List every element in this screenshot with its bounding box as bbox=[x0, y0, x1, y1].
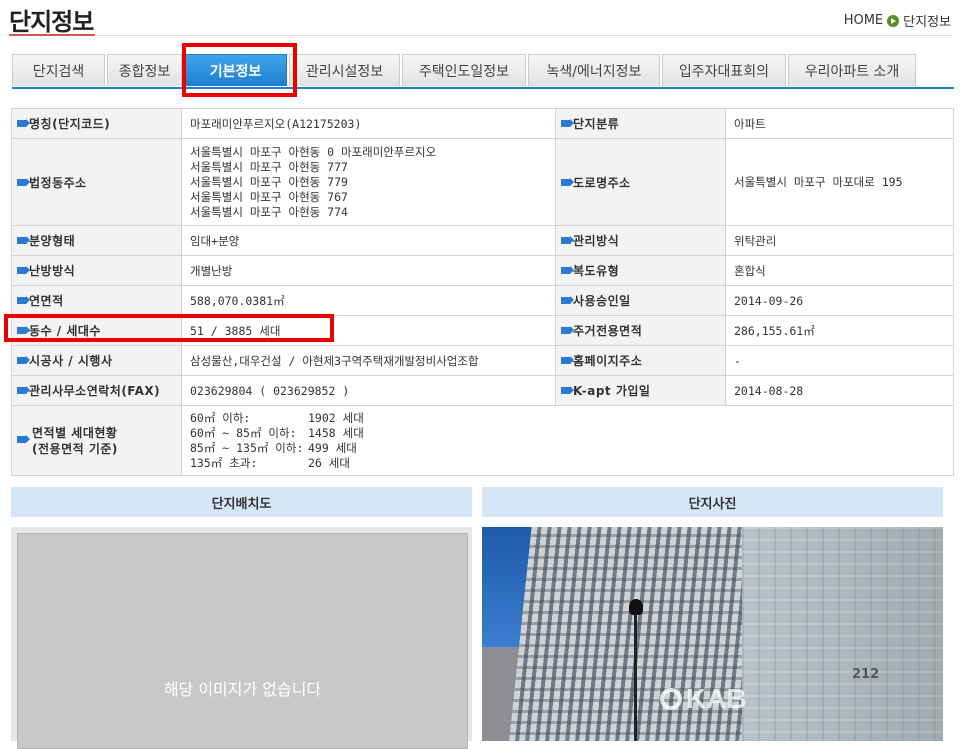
kapt-join-date-value: 2014-08-28 bbox=[725, 375, 954, 406]
complex-photo[interactable]: 212 KAB bbox=[482, 527, 943, 741]
label-cell: K-apt 가입일 bbox=[555, 375, 726, 406]
floor-area-value: 588,070.0381㎡ bbox=[181, 285, 556, 316]
tab-summary[interactable]: 종합정보 bbox=[107, 54, 182, 86]
row-highlight-box bbox=[4, 314, 334, 342]
homepage-value: - bbox=[725, 345, 954, 376]
address-line: 서울특별시 마포구 아현동 777 bbox=[190, 159, 348, 174]
address-line: 서울특별시 마포구 아현동 779 bbox=[190, 174, 348, 189]
arrow-circle-icon bbox=[887, 14, 900, 27]
label-cell: 면적별 세대현황 (전용면적 기준) bbox=[11, 405, 182, 476]
approval-date-value: 2014-09-26 bbox=[725, 285, 954, 316]
tab-bar-underline bbox=[12, 87, 954, 89]
photo-building-right bbox=[742, 527, 943, 741]
table-row: 면적별 세대현황 (전용면적 기준) 60㎡ 이하: 1902 세대 60㎡ ~ … bbox=[11, 405, 954, 476]
street-lamp-shape bbox=[629, 599, 643, 741]
layout-map-panel: 해당 이미지가 없습니다 bbox=[11, 527, 472, 749]
arrow-bullet-icon bbox=[17, 177, 30, 186]
label-cell: 명칭(단지코드) bbox=[11, 108, 182, 139]
heating-type-value: 개별난방 bbox=[181, 255, 556, 286]
label-cell: 복도유형 bbox=[555, 255, 726, 286]
arrow-bullet-icon bbox=[17, 356, 30, 364]
layout-panel-title: 단지배치도 bbox=[11, 487, 472, 517]
no-image-text: 해당 이미지가 없습니다 bbox=[163, 680, 322, 699]
tab-facilities[interactable]: 관리시설정보 bbox=[289, 54, 400, 86]
complex-name-value: 마포래미안푸르지오(A12175203) bbox=[181, 108, 556, 139]
arrow-bullet-icon bbox=[561, 356, 574, 364]
office-phone-value: 023629804 ( 023629852 ) bbox=[181, 375, 556, 406]
breadcrumb-home[interactable]: HOME bbox=[844, 13, 883, 28]
label-cell: 홈페이지주소 bbox=[555, 345, 726, 376]
title-divider bbox=[95, 35, 953, 36]
label-cell: 법정동주소 bbox=[11, 138, 182, 226]
arrow-bullet-icon bbox=[561, 386, 574, 394]
table-row: 연면적 588,070.0381㎡ 사용승인일 2014-09-26 bbox=[11, 285, 954, 316]
arrow-bullet-icon bbox=[17, 266, 30, 274]
kab-watermark: KAB bbox=[660, 683, 747, 715]
lot-address-value: 서울특별시 마포구 아현동 0 마포래미안푸르지오 서울특별시 마포구 아현동 … bbox=[181, 138, 556, 226]
arrow-bullet-icon bbox=[561, 266, 574, 274]
label-cell: 관리사무소연락처(FAX) bbox=[11, 375, 182, 406]
label-cell: 난방방식 bbox=[11, 255, 182, 286]
tab-residents-council[interactable]: 입주자대표회의 bbox=[662, 54, 786, 86]
label-cell: 사용승인일 bbox=[555, 285, 726, 316]
arrow-bullet-icon bbox=[17, 119, 30, 127]
arrow-bullet-icon bbox=[561, 296, 574, 304]
label-cell: 연면적 bbox=[11, 285, 182, 316]
address-line: 서울특별시 마포구 아현동 767 bbox=[190, 189, 348, 204]
arrow-bullet-icon bbox=[17, 296, 30, 304]
table-row: 법정동주소 서울특별시 마포구 아현동 0 마포래미안푸르지오 서울특별시 마포… bbox=[11, 138, 954, 226]
table-row: 관리사무소연락처(FAX) 023629804 ( 023629852 ) K-… bbox=[11, 375, 954, 406]
arrow-bullet-icon bbox=[561, 326, 574, 334]
photo-building-number: 212 bbox=[852, 667, 880, 682]
exclusive-area-value: 286,155.61㎡ bbox=[725, 315, 954, 346]
photo-panel-title: 단지사진 bbox=[482, 487, 943, 517]
label-cell: 주거전용면적 bbox=[555, 315, 726, 346]
management-type-value: 위탁관리 bbox=[725, 225, 954, 256]
address-line: 서울특별시 마포구 아현동 0 마포래미안푸르지오 bbox=[190, 144, 437, 159]
label-cell: 도로명주소 bbox=[555, 138, 726, 226]
sale-type-value: 임대+분양 bbox=[181, 225, 556, 256]
tab-bar: 단지검색 종합정보 기본정보 관리시설정보 주택인도일정보 녹색/에너지정보 입… bbox=[12, 54, 918, 88]
watermark-logo-icon bbox=[660, 688, 682, 710]
area-distribution-value: 60㎡ 이하: 1902 세대 60㎡ ~ 85㎡ 이하: 1458 세대 85㎡ … bbox=[181, 405, 954, 476]
tab-delivery-date[interactable]: 주택인도일정보 bbox=[402, 54, 526, 86]
title-underline bbox=[9, 34, 95, 36]
table-row: 시공사 / 시행사 삼성물산,대우건설 / 아현제3구역주택재개발정비사업조합 … bbox=[11, 345, 954, 376]
arrow-bullet-icon bbox=[17, 435, 30, 443]
arrow-bullet-icon bbox=[561, 177, 574, 186]
basic-info-table: 명칭(단지코드) 마포래미안푸르지오(A12175203) 단지분류 아파트 법… bbox=[11, 108, 954, 476]
tab-complex-search[interactable]: 단지검색 bbox=[12, 54, 105, 86]
label-cell: 시공사 / 시행사 bbox=[11, 345, 182, 376]
arrow-bullet-icon bbox=[17, 386, 30, 394]
label-cell: 분양형태 bbox=[11, 225, 182, 256]
complex-category-value: 아파트 bbox=[725, 108, 954, 139]
tab-apartment-intro[interactable]: 우리아파트 소개 bbox=[788, 54, 916, 86]
area-distribution-list: 60㎡ 이하: 1902 세대 60㎡ ~ 85㎡ 이하: 1458 세대 85㎡ … bbox=[190, 410, 364, 470]
tab-green-energy[interactable]: 녹색/에너지정보 bbox=[528, 54, 660, 86]
builder-value: 삼성물산,대우건설 / 아현제3구역주택재개발정비사업조합 bbox=[181, 345, 556, 376]
tab-highlight-box bbox=[182, 43, 297, 97]
label-cell: 단지분류 bbox=[555, 108, 726, 139]
arrow-bullet-icon bbox=[17, 236, 30, 244]
layout-map-placeholder: 해당 이미지가 없습니다 bbox=[17, 533, 468, 749]
table-row: 난방방식 개별난방 복도유형 혼합식 bbox=[11, 255, 954, 286]
page-title: 단지정보 bbox=[9, 8, 94, 36]
address-line: 서울특별시 마포구 아현동 774 bbox=[190, 204, 348, 219]
breadcrumb: HOME 단지정보 bbox=[844, 11, 951, 30]
label-cell: 관리방식 bbox=[555, 225, 726, 256]
table-row: 명칭(단지코드) 마포래미안푸르지오(A12175203) 단지분류 아파트 bbox=[11, 108, 954, 139]
road-address-value: 서울특별시 마포구 마포대로 195 bbox=[725, 138, 954, 226]
corridor-type-value: 혼합식 bbox=[725, 255, 954, 286]
breadcrumb-current[interactable]: 단지정보 bbox=[903, 11, 951, 30]
table-row: 분양형태 임대+분양 관리방식 위탁관리 bbox=[11, 225, 954, 256]
arrow-bullet-icon bbox=[561, 119, 574, 127]
arrow-bullet-icon bbox=[561, 236, 574, 244]
